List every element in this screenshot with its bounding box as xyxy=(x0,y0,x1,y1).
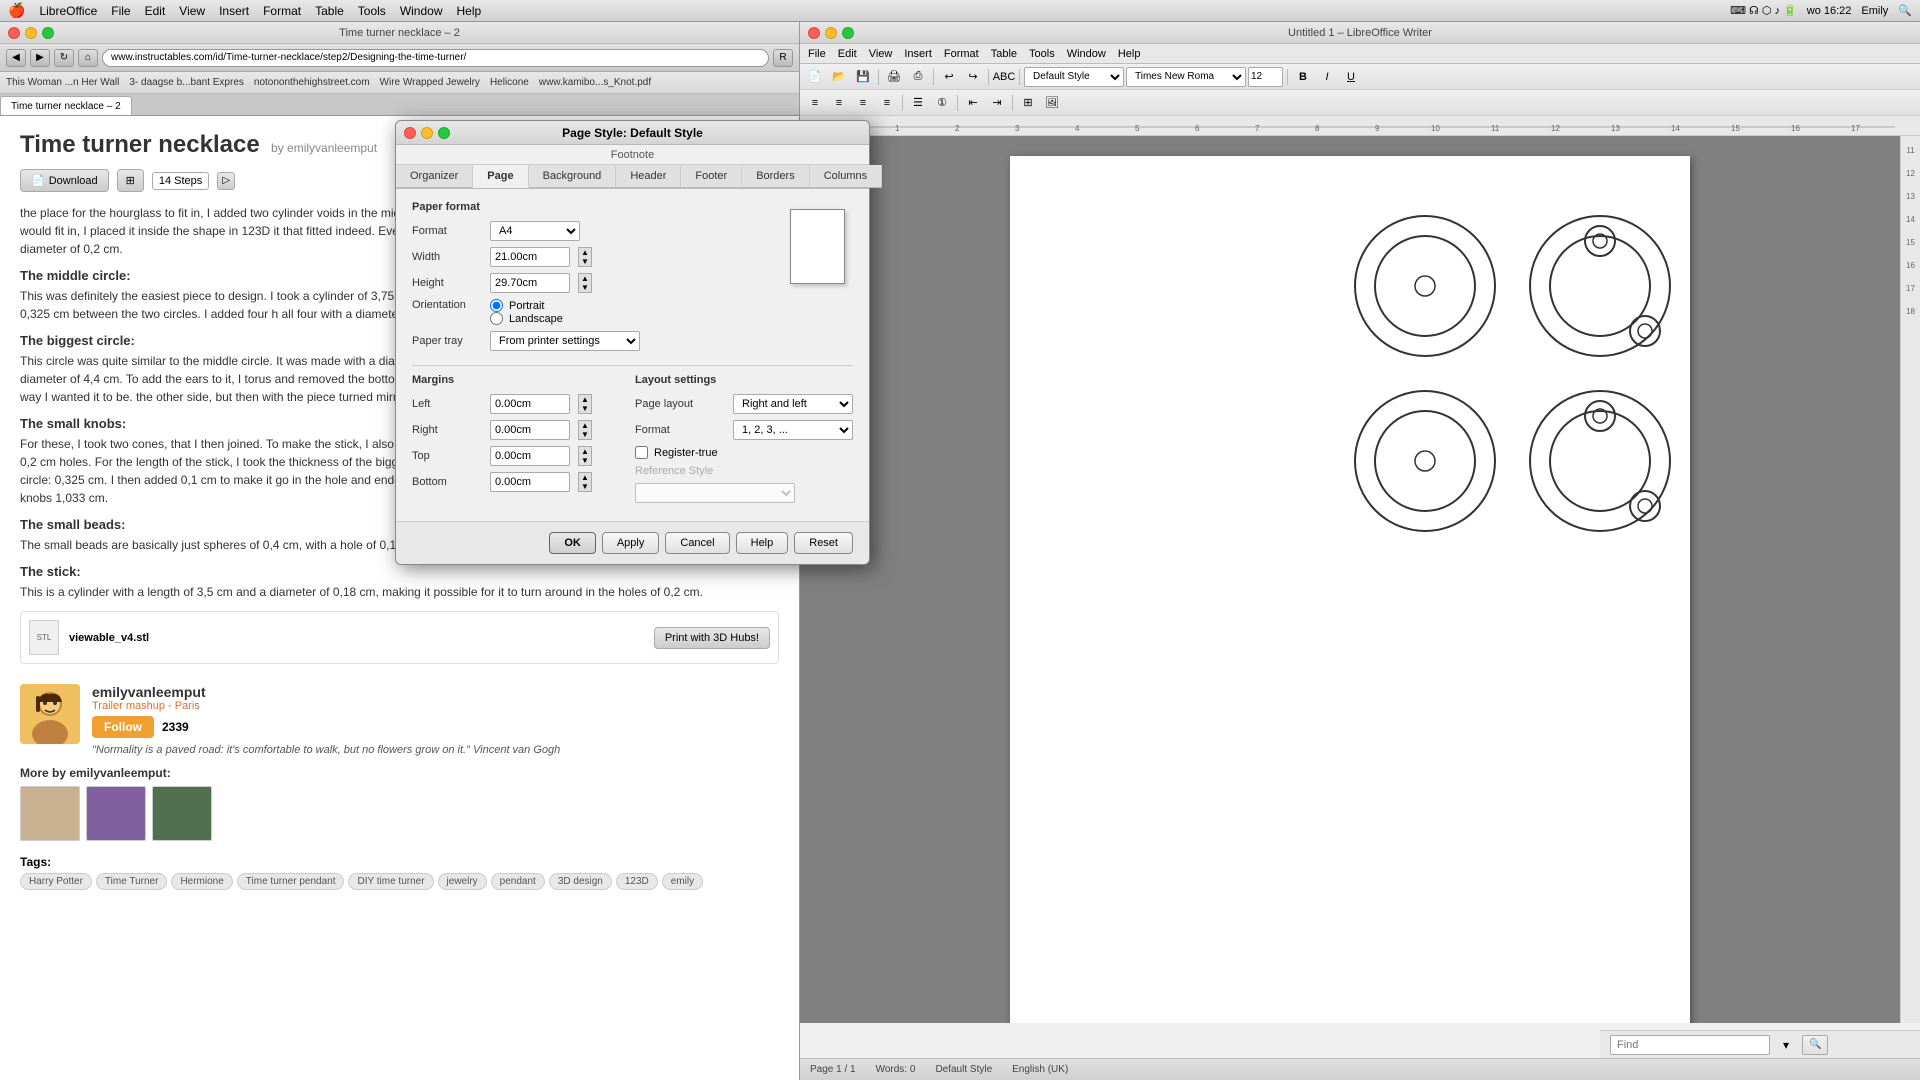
portrait-radio-row: Portrait xyxy=(490,299,563,312)
apple-logo-icon[interactable]: 🍎 xyxy=(8,2,25,19)
tab-organizer[interactable]: Organizer xyxy=(396,165,473,188)
bottom-label: Bottom xyxy=(412,476,482,488)
top-label: Top xyxy=(412,450,482,462)
ok-button[interactable]: OK xyxy=(549,532,596,554)
top-spinner[interactable]: ▲▼ xyxy=(578,446,592,466)
menu-view[interactable]: View xyxy=(179,4,205,18)
paper-tray-select[interactable]: From printer settings xyxy=(490,331,640,351)
tab-borders[interactable]: Borders xyxy=(742,165,810,188)
left-input[interactable] xyxy=(490,394,570,414)
dialog-close-btn[interactable] xyxy=(404,127,416,139)
menu-bar-icons: ⌨ ☊ ⬡ ♪ 🔋 xyxy=(1730,4,1797,17)
dialog-minimize-btn[interactable] xyxy=(421,127,433,139)
menu-help[interactable]: Help xyxy=(457,4,482,18)
height-input[interactable] xyxy=(490,273,570,293)
menu-bar-time: wo 16:22 xyxy=(1807,5,1852,17)
format-select[interactable]: A4 xyxy=(490,221,580,241)
tab-header[interactable]: Header xyxy=(616,165,681,188)
landscape-radio[interactable] xyxy=(490,312,503,325)
orientation-label: Orientation xyxy=(412,299,482,311)
paper-format-label: Paper format xyxy=(412,201,853,213)
left-label: Left xyxy=(412,398,482,410)
right-label: Right xyxy=(412,424,482,436)
menu-file[interactable]: File xyxy=(111,4,130,18)
right-input[interactable] xyxy=(490,420,570,440)
margins-label: Margins xyxy=(412,374,615,386)
menu-libreoffice[interactable]: LibreOffice xyxy=(39,4,97,18)
width-label: Width xyxy=(412,251,482,263)
dialog-tabs: Organizer Page Background Header Footer … xyxy=(396,165,869,189)
page-layout-label: Page layout xyxy=(635,398,725,410)
reference-style-select xyxy=(635,483,795,503)
layout-format-label: Format xyxy=(635,424,725,436)
menu-tools[interactable]: Tools xyxy=(358,4,386,18)
paper-tray-label: Paper tray xyxy=(412,335,482,347)
layout-format-select[interactable]: 1, 2, 3, ... xyxy=(733,420,853,440)
layout-settings-label: Layout settings xyxy=(635,374,853,386)
bottom-spinner[interactable]: ▲▼ xyxy=(578,472,592,492)
dialog-overlay: Page Style: Default Style Footnote Organ… xyxy=(0,0,1920,1080)
page-style-dialog: Page Style: Default Style Footnote Organ… xyxy=(395,120,870,565)
width-spinner[interactable]: ▲▼ xyxy=(578,247,592,267)
landscape-radio-row: Landscape xyxy=(490,312,563,325)
format-label: Format xyxy=(412,225,482,237)
tab-background[interactable]: Background xyxy=(529,165,617,188)
tab-columns[interactable]: Columns xyxy=(810,165,882,188)
reset-button[interactable]: Reset xyxy=(794,532,853,554)
width-input[interactable] xyxy=(490,247,570,267)
menu-table[interactable]: Table xyxy=(315,4,344,18)
spotlight-icon[interactable]: 🔍 xyxy=(1898,4,1912,17)
divider-1 xyxy=(412,365,853,366)
portrait-radio[interactable] xyxy=(490,299,503,312)
right-spinner[interactable]: ▲▼ xyxy=(578,420,592,440)
bottom-input[interactable] xyxy=(490,472,570,492)
register-true-row: Register-true xyxy=(635,446,853,459)
page-layout-select[interactable]: Right and left xyxy=(733,394,853,414)
top-input[interactable] xyxy=(490,446,570,466)
help-button[interactable]: Help xyxy=(736,532,789,554)
menu-format[interactable]: Format xyxy=(263,4,301,18)
tab-footer[interactable]: Footer xyxy=(681,165,742,188)
dialog-buttons: OK Apply Cancel Help Reset xyxy=(396,521,869,564)
height-spinner[interactable]: ▲▼ xyxy=(578,273,592,293)
left-spinner[interactable]: ▲▼ xyxy=(578,394,592,414)
dialog-title: Page Style: Default Style xyxy=(562,126,703,140)
height-label: Height xyxy=(412,277,482,289)
cancel-button[interactable]: Cancel xyxy=(665,532,729,554)
dialog-subtitle: Footnote xyxy=(396,145,869,165)
apply-button[interactable]: Apply xyxy=(602,532,660,554)
tab-page[interactable]: Page xyxy=(473,165,528,188)
reference-style-label: Reference Style xyxy=(635,465,725,477)
menu-edit[interactable]: Edit xyxy=(145,4,166,18)
landscape-label: Landscape xyxy=(509,313,563,325)
menu-bar-user: Emily xyxy=(1861,5,1888,17)
register-true-checkbox[interactable] xyxy=(635,446,648,459)
menu-insert[interactable]: Insert xyxy=(219,4,249,18)
dialog-body: Paper format Format A4 Width ▲▼ xyxy=(396,189,869,521)
portrait-label: Portrait xyxy=(509,300,544,312)
register-true-label: Register-true xyxy=(654,447,718,459)
dialog-titlebar: Page Style: Default Style xyxy=(396,121,869,145)
dialog-maximize-btn[interactable] xyxy=(438,127,450,139)
page-preview xyxy=(790,209,845,284)
menu-window[interactable]: Window xyxy=(400,4,443,18)
mac-menu-bar: 🍎 LibreOffice File Edit View Insert Form… xyxy=(0,0,1920,22)
